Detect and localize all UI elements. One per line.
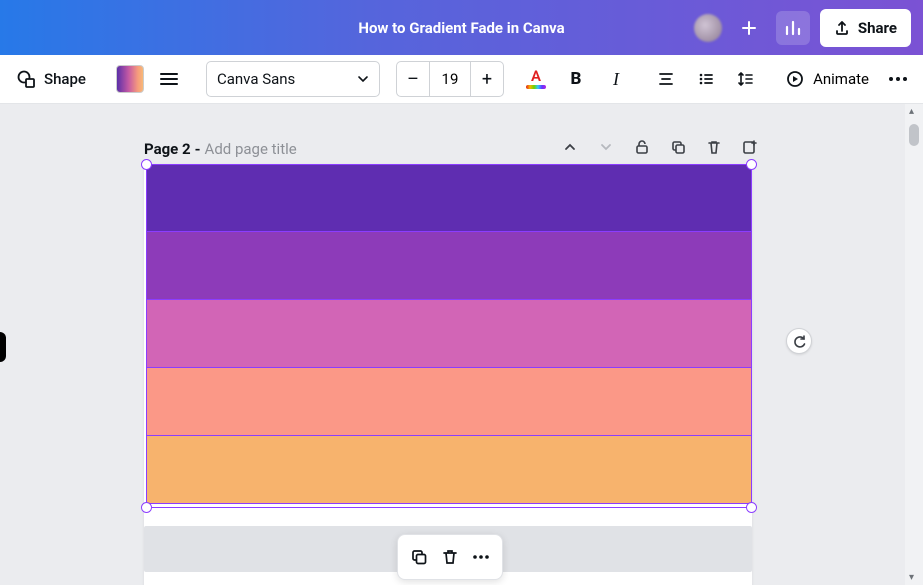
shape-icon: [16, 69, 36, 89]
floating-action-bar: [397, 534, 503, 580]
scroll-up-arrow[interactable]: ▴: [909, 106, 914, 117]
upload-icon: [834, 20, 850, 36]
document-title[interactable]: How to Gradient Fade in Canva: [358, 19, 564, 37]
lock-page[interactable]: [633, 138, 651, 156]
delete-page[interactable]: [705, 138, 723, 156]
font-size-decrease[interactable]: –: [397, 62, 429, 96]
border-style-button[interactable]: [154, 73, 184, 85]
font-size-value[interactable]: 19: [429, 62, 471, 96]
stripe-1[interactable]: [146, 164, 752, 232]
font-name: Canva Sans: [217, 70, 295, 88]
font-size-increase[interactable]: +: [471, 62, 503, 96]
spacing-button[interactable]: [728, 62, 764, 96]
gradient-stripes-group[interactable]: [146, 164, 752, 504]
add-page[interactable]: [741, 138, 759, 156]
toolbar: Shape Canva Sans – 19 + A B I: [0, 55, 923, 104]
bold-button[interactable]: B: [558, 62, 594, 96]
animate-label: Animate: [813, 70, 869, 88]
animate-icon: [785, 69, 805, 89]
more-button[interactable]: [467, 543, 495, 571]
stripe-5[interactable]: [146, 436, 752, 504]
list-button[interactable]: [688, 62, 724, 96]
stripe-3[interactable]: [146, 300, 752, 368]
page-number: Page 2: [144, 140, 191, 158]
insights-button[interactable]: [776, 11, 810, 45]
stripe-2[interactable]: [146, 232, 752, 300]
avatar[interactable]: [694, 14, 722, 42]
text-color-button[interactable]: A: [518, 62, 554, 96]
chevron-down-icon: [357, 73, 369, 85]
rotate-handle[interactable]: [786, 328, 812, 354]
app-header: How to Gradient Fade in Canva Share: [0, 0, 923, 55]
share-button[interactable]: Share: [820, 9, 911, 47]
scrollbar-thumb[interactable]: [909, 124, 919, 146]
page-actions: [561, 138, 759, 156]
page-title-input[interactable]: Add page title: [205, 140, 297, 158]
share-label: Share: [858, 19, 897, 37]
canvas-area: Page 2 - Add page title ▴ ▾: [0, 104, 923, 585]
add-collaborator-button[interactable]: [732, 11, 766, 45]
font-family-select[interactable]: Canva Sans: [206, 61, 380, 97]
stripe-4[interactable]: [146, 368, 752, 436]
italic-button[interactable]: I: [598, 62, 634, 96]
scroll-down-arrow[interactable]: ▾: [909, 572, 914, 583]
shape-label: Shape: [44, 70, 86, 88]
fill-color-swatch[interactable]: [116, 65, 144, 93]
shape-button[interactable]: Shape: [8, 62, 94, 96]
side-slider-handle[interactable]: [0, 332, 6, 362]
duplicate-page[interactable]: [669, 138, 687, 156]
vertical-scrollbar[interactable]: ▴ ▾: [905, 104, 923, 585]
text-align-button[interactable]: [648, 62, 684, 96]
copy-button[interactable]: [405, 543, 433, 571]
page-dash: -: [195, 140, 201, 158]
more-options-button[interactable]: [881, 76, 915, 82]
move-page-down[interactable]: [597, 138, 615, 156]
move-page-up[interactable]: [561, 138, 579, 156]
font-size-stepper: – 19 +: [396, 61, 504, 97]
animate-button[interactable]: Animate: [777, 62, 877, 96]
page-header: Page 2 - Add page title: [144, 140, 297, 158]
delete-button[interactable]: [436, 543, 464, 571]
